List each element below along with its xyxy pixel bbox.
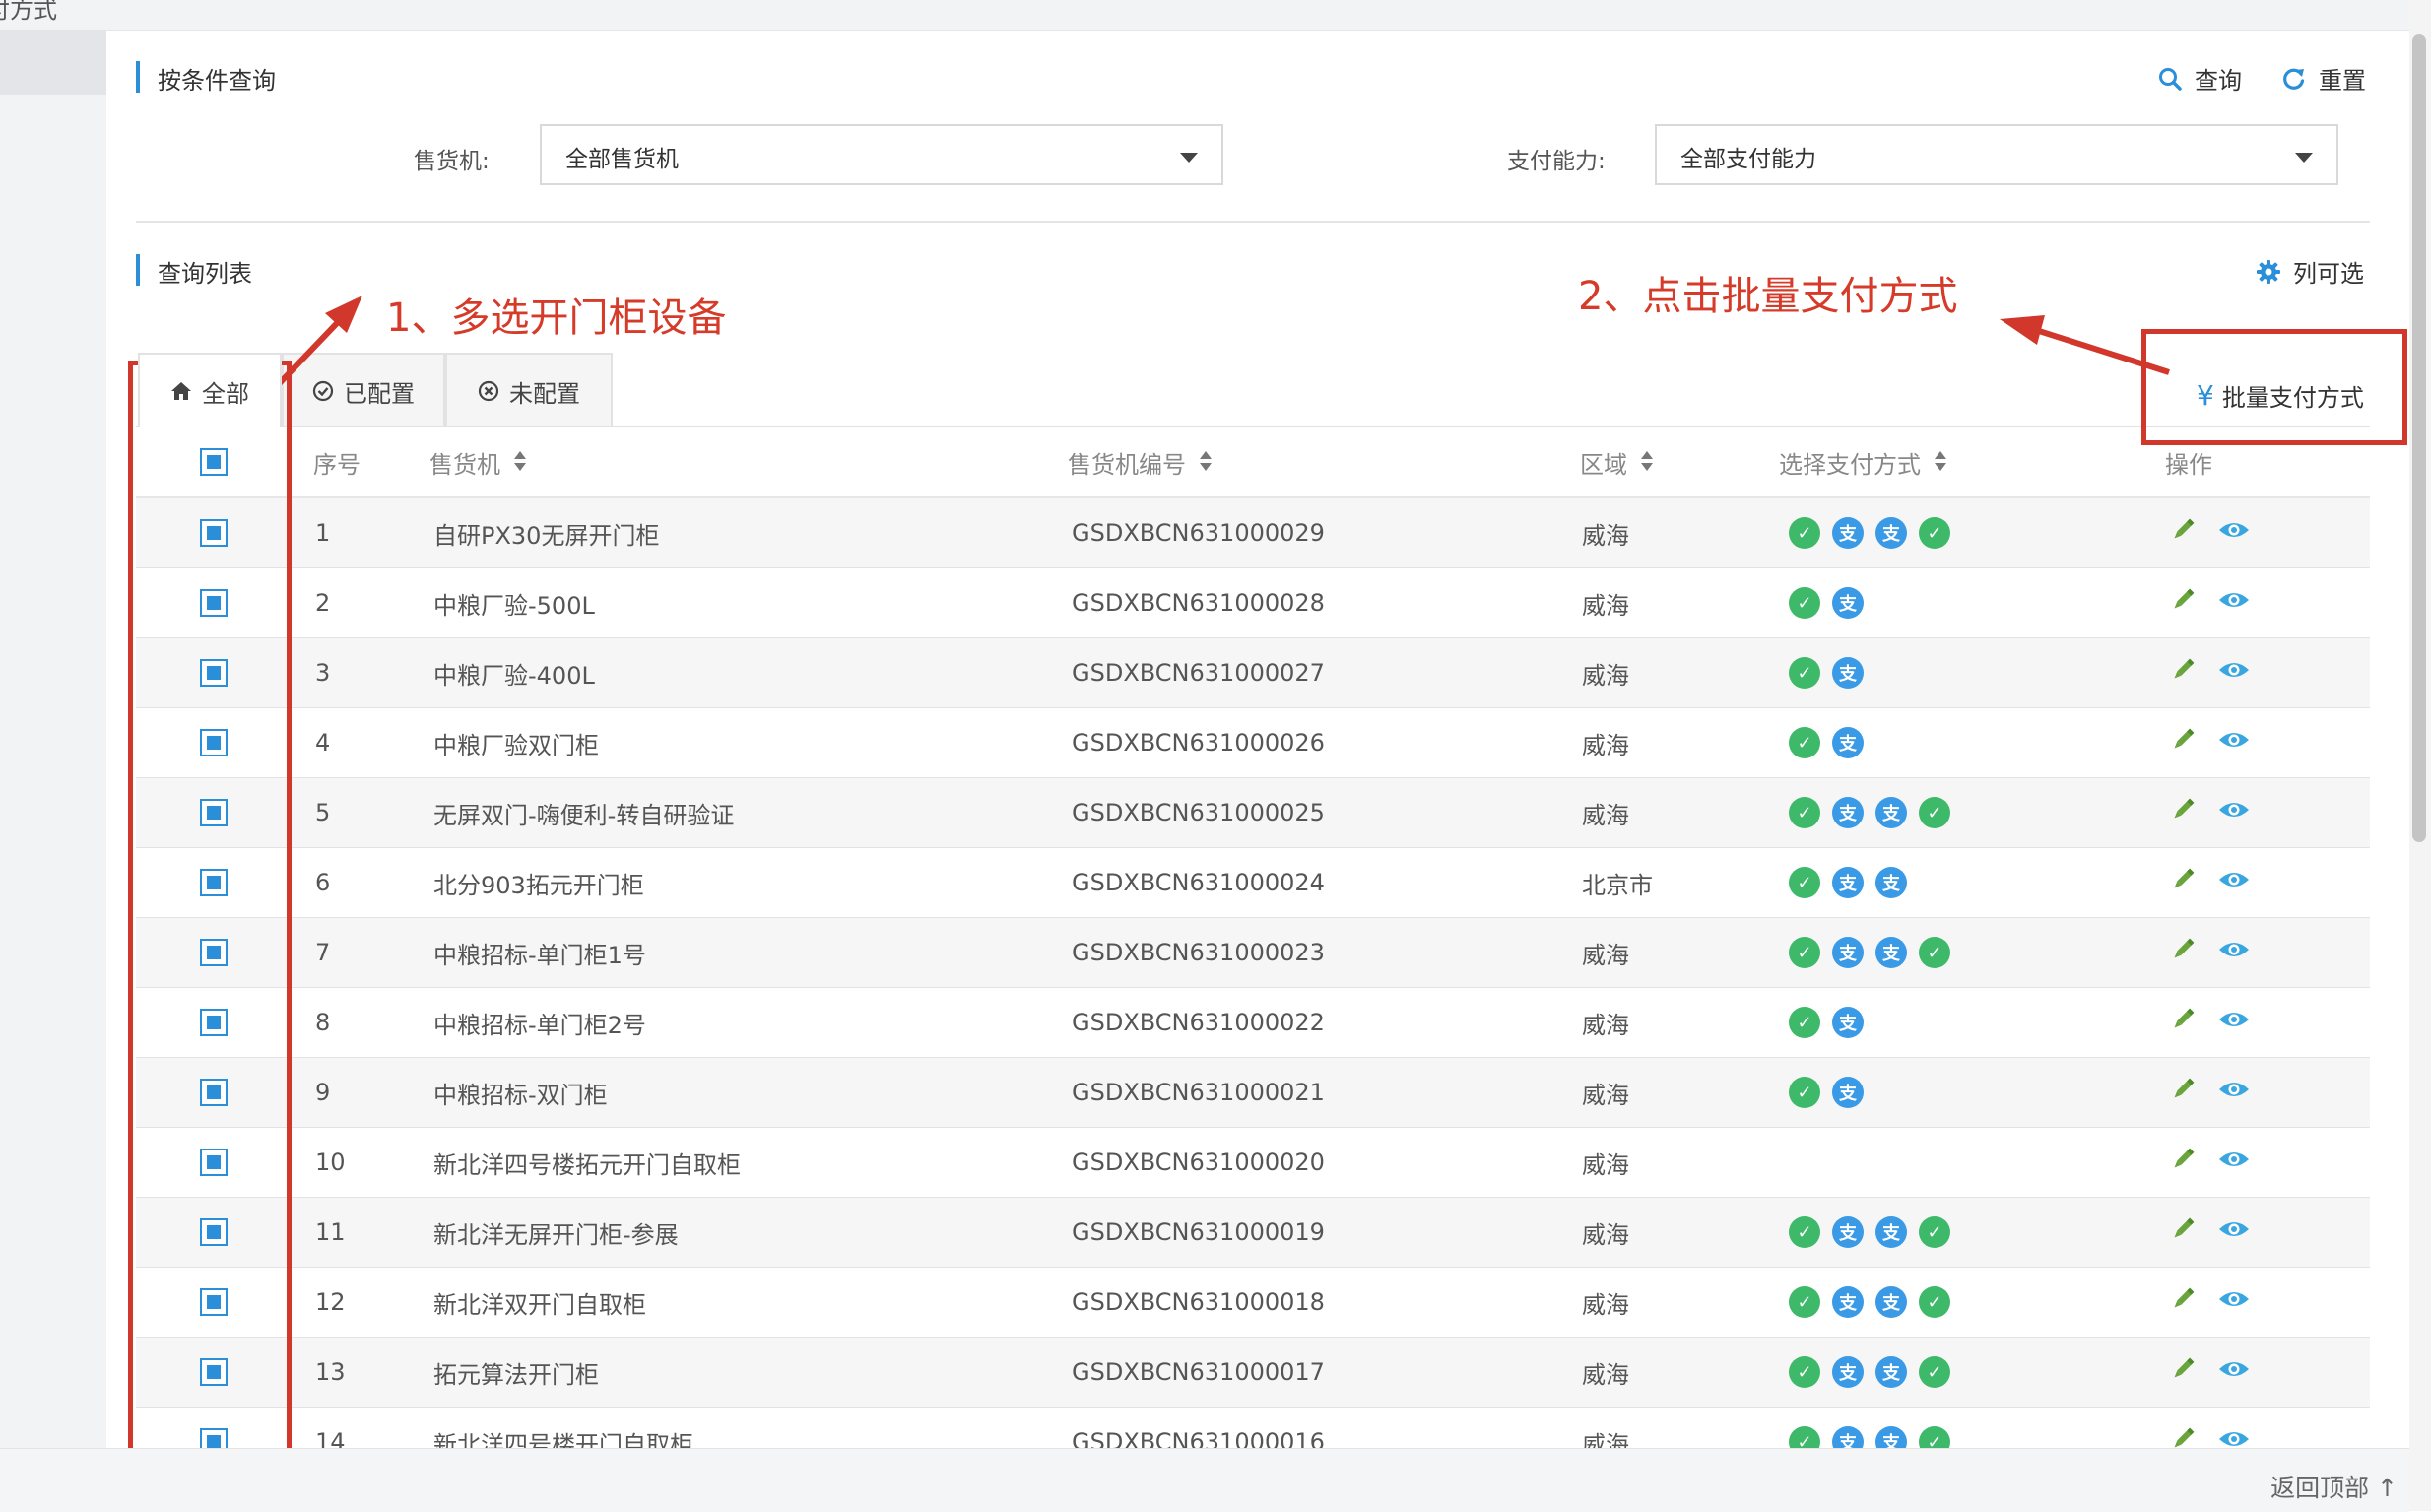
- back-to-top-label: 返回顶部: [2270, 1474, 2370, 1502]
- annotation-arrows: [251, 296, 2170, 413]
- arrow-head-2: [2000, 315, 2045, 345]
- home-icon: [171, 382, 191, 400]
- tab-all-label: 全部: [202, 379, 249, 408]
- footer-bar: 返回顶部 ↑: [0, 1448, 2409, 1512]
- back-to-top-link[interactable]: 返回顶部 ↑: [2270, 1469, 2398, 1504]
- arrow-line-2: [2038, 328, 2170, 375]
- tab-all[interactable]: 全部: [138, 353, 282, 427]
